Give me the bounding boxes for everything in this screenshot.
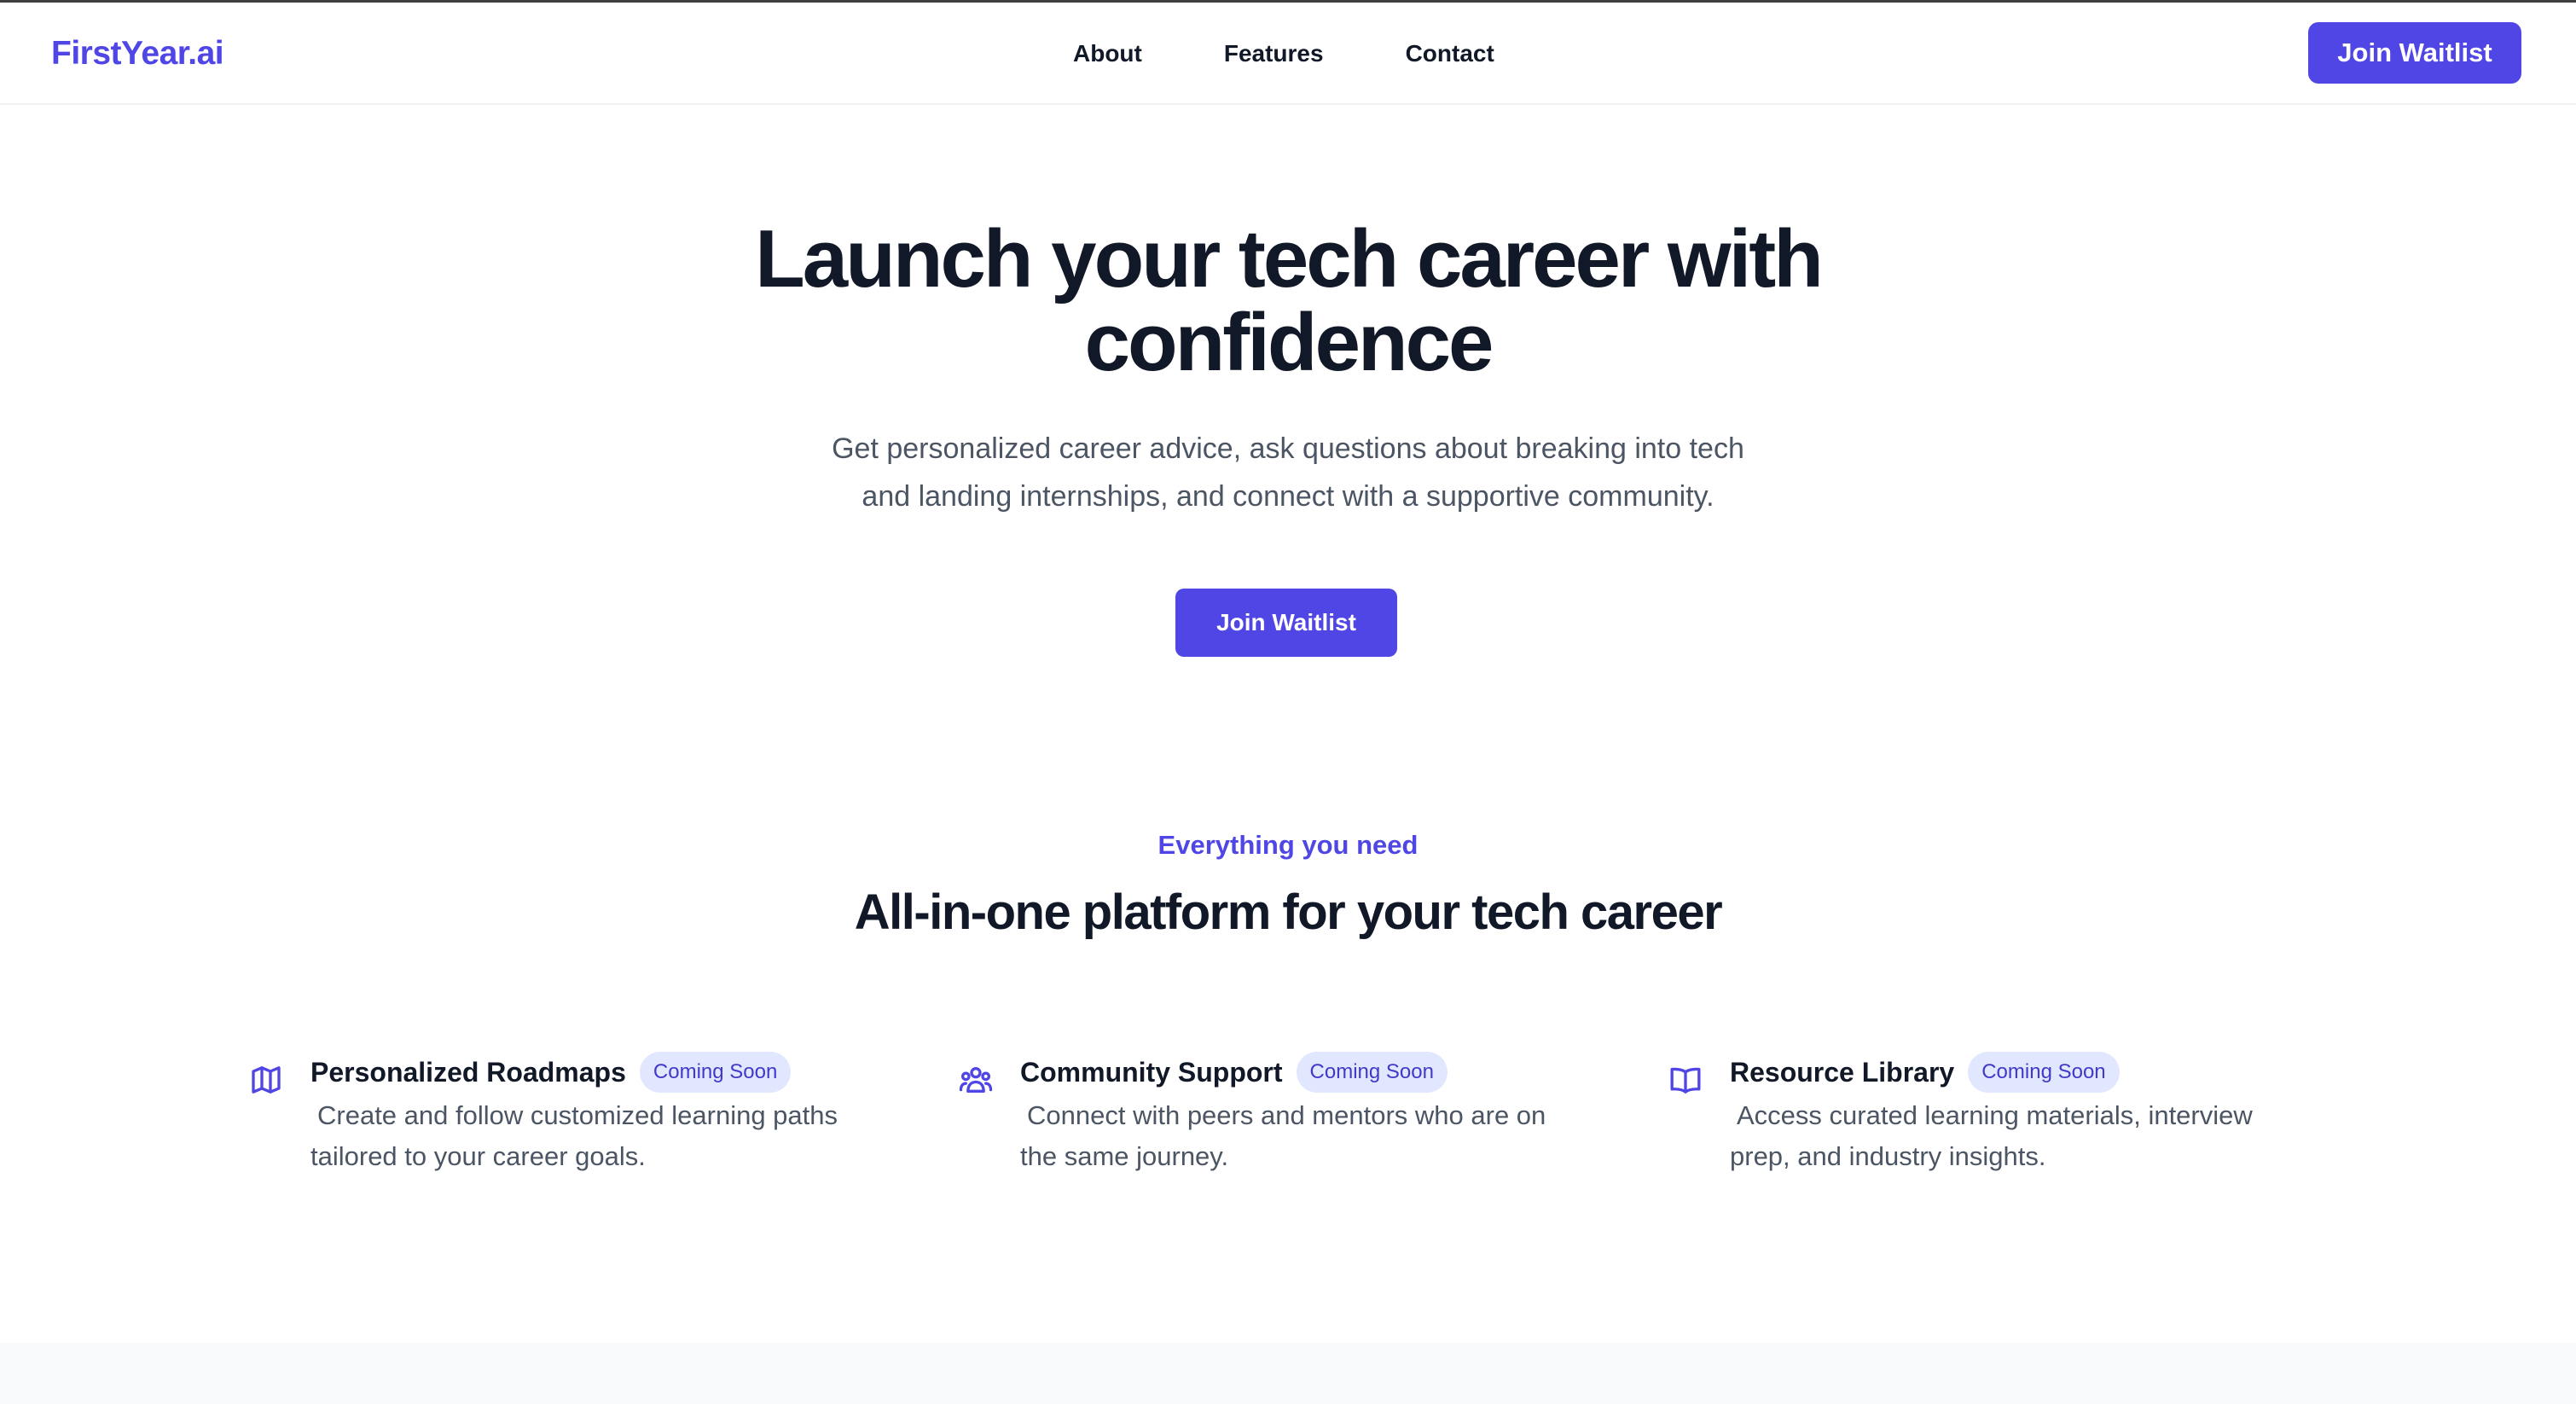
features-title: All-in-one platform for your tech career [854,885,1723,940]
coming-soon-badge: Coming Soon [1968,1052,2120,1093]
hero-subtitle-line-1: Get personalized career advice, ask ques… [832,432,1744,465]
book-open-icon [1670,1067,1701,1094]
features-eyebrow: Everything you need [1157,830,1419,860]
feature-header: Community Support Coming Soon [1020,1051,1448,1094]
hero-title-line-1: Launch your tech career with [755,213,1824,305]
coming-soon-badge: Coming Soon [1296,1052,1448,1093]
navbar: FirstYear.ai About Features Contact Join… [0,3,2576,105]
feature-title: Community Support [1020,1056,1283,1088]
feature-description-line-1: Create and follow customized learning pa… [317,1100,838,1130]
nav-link-contact[interactable]: Contact [1406,32,1494,76]
feature-description: Create and follow customized learning pa… [310,1095,908,1177]
nav-link-features[interactable]: Features [1224,32,1324,76]
feature-description: Connect with peers and mentors who are o… [1020,1095,1617,1177]
feature-description-line-1: Access curated learning materials, inter… [1737,1100,2253,1130]
hero-title-line-2: confidence [1084,297,1494,388]
feature-title: Resource Library [1730,1056,1955,1088]
feature-description-line-2: tailored to your career goals. [310,1141,646,1171]
feature-header: Resource Library Coming Soon [1730,1051,2120,1094]
nav-link-about[interactable]: About [1073,32,1142,76]
users-icon [959,1067,993,1093]
feature-description-line-2: prep, and industry insights. [1730,1141,2046,1171]
nav-join-waitlist-button[interactable]: Join Waitlist [2308,22,2521,84]
feature-title: Personalized Roadmaps [310,1056,626,1088]
feature-description-line-2: the same journey. [1020,1141,1229,1171]
hero-subtitle: Get personalized career advice, ask ques… [751,425,1825,520]
nav-links: About Features Contact [1073,32,1494,76]
feature-description-line-1: Connect with peers and mentors who are o… [1027,1100,1546,1130]
next-section-band [0,1343,2576,1404]
feature-header: Personalized Roadmaps Coming Soon [310,1051,792,1094]
hero-subtitle-line-2: and landing internships, and connect wit… [862,480,1714,513]
hero-title: Launch your tech career with confidence [0,218,2576,385]
hero-join-waitlist-button[interactable]: Join Waitlist [1175,589,1397,657]
coming-soon-badge: Coming Soon [639,1052,792,1093]
map-icon [252,1066,281,1094]
brand-logo[interactable]: FirstYear.ai [51,32,224,76]
feature-description: Access curated learning materials, inter… [1730,1095,2327,1177]
